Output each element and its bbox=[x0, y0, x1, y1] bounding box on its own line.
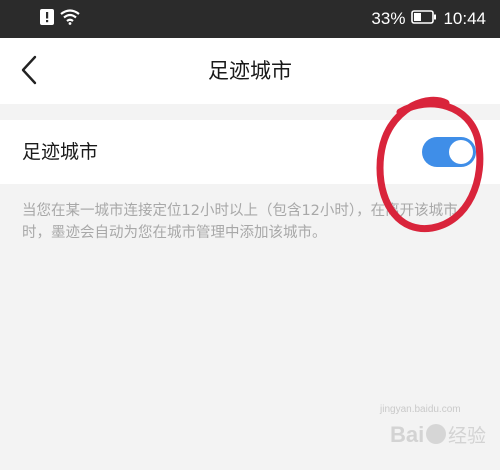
wifi-icon bbox=[60, 9, 80, 29]
baidu-jingyan-watermark: Bai 经验 bbox=[390, 422, 486, 447]
battery-percent: 33% bbox=[371, 9, 406, 28]
page-title: 足迹城市 bbox=[208, 59, 292, 83]
status-bar: 33% 10:44 bbox=[0, 0, 500, 38]
alert-icon bbox=[40, 9, 54, 29]
footprint-city-toggle[interactable] bbox=[422, 137, 476, 167]
clock: 10:44 bbox=[443, 9, 486, 28]
watermark-url: jingyan.baidu.com bbox=[380, 404, 461, 415]
status-left-icons bbox=[40, 9, 80, 29]
svg-text:Bai: Bai bbox=[390, 422, 424, 447]
setting-description: 当您在某一城市连接定位12小时以上（包含12小时），在离开该城市时，墨迹会自动为… bbox=[22, 203, 458, 241]
battery-icon bbox=[411, 8, 437, 30]
svg-text:经验: 经验 bbox=[448, 425, 486, 447]
status-right: 33% 10:44 bbox=[371, 8, 486, 30]
nav-bar: 足迹城市 bbox=[0, 38, 500, 104]
setting-label: 足迹城市 bbox=[22, 141, 99, 163]
toggle-knob bbox=[449, 140, 473, 164]
